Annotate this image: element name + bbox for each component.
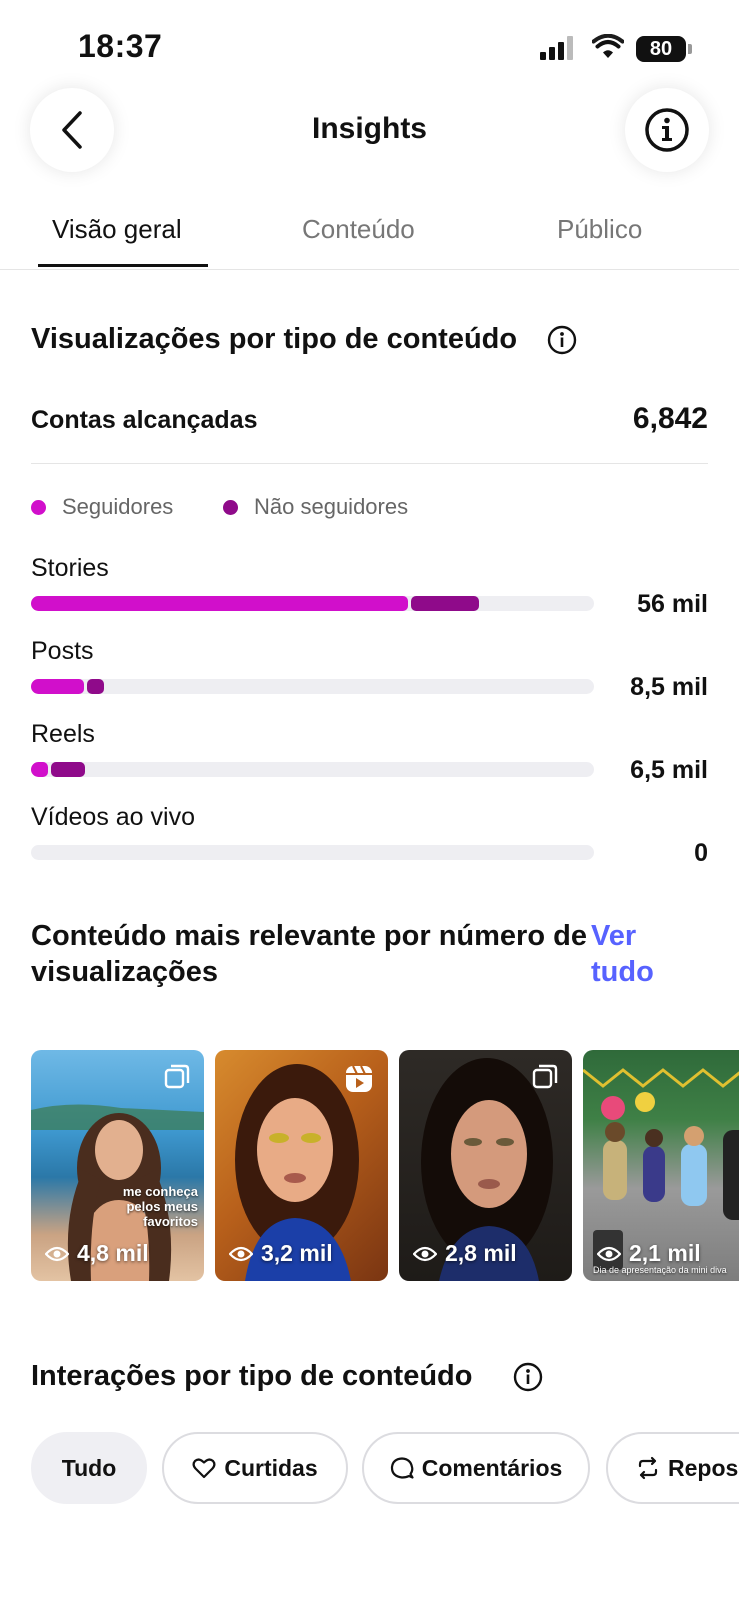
chip-all[interactable]: Tudo <box>31 1432 147 1504</box>
bar-row-live-videos: Vídeos ao vivo 0 <box>31 803 708 883</box>
accounts-reached-label: Contas alcançadas <box>31 406 258 434</box>
bar-value-posts: 8,5 mil <box>630 673 708 701</box>
repost-icon <box>638 1456 658 1480</box>
thumbnail-views: 3,2 mil <box>229 1240 333 1267</box>
bar-followers-reels <box>31 762 48 777</box>
carousel-icon <box>164 1064 190 1089</box>
bar-label-reels: Reels <box>31 720 95 748</box>
chip-comments-label: Comentários <box>421 1454 563 1481</box>
carousel-icon <box>532 1064 558 1089</box>
content-thumbnail[interactable]: 2,1 mil Dia de apresentação da mini diva <box>583 1050 739 1281</box>
chip-comments[interactable]: Comentários <box>362 1432 590 1504</box>
heart-icon <box>192 1458 216 1479</box>
thumbnail-views: 4,8 mil <box>45 1240 149 1267</box>
chip-all-label: Tudo <box>61 1454 117 1481</box>
thumbnail-views-count: 4,8 mil <box>77 1240 149 1266</box>
thumbnail-views: 2,1 mil <box>597 1240 701 1267</box>
tab-content[interactable]: Conteúdo <box>302 214 415 245</box>
wifi-icon <box>592 34 624 58</box>
legend-non-followers-label: Não seguidores <box>254 494 409 519</box>
views-info-icon[interactable] <box>547 325 577 355</box>
bar-value-stories: 56 mil <box>637 590 708 618</box>
interaction-filter-chips: Tudo Curtidas Comentários Repos <box>31 1432 739 1506</box>
bar-row-reels: Reels 6,5 mil <box>31 720 708 800</box>
interactions-info-icon[interactable] <box>513 1362 543 1392</box>
status-bar: 18:37 80 <box>0 0 739 90</box>
eye-icon <box>413 1246 437 1261</box>
thumbnail-views-count: 3,2 mil <box>261 1240 333 1266</box>
eye-icon <box>45 1246 69 1261</box>
bar-non-followers-stories <box>411 596 479 611</box>
legend-followers-dot <box>31 499 46 515</box>
legend-followers-label: Seguidores <box>62 494 174 519</box>
signal-icon <box>540 36 576 60</box>
eye-icon <box>229 1246 253 1261</box>
tab-overview[interactable]: Visão geral <box>52 214 182 245</box>
thumbnail-caption: me conheça pelos meus favoritos <box>122 1184 198 1229</box>
eye-icon <box>597 1246 621 1261</box>
bar-label-live-videos: Vídeos ao vivo <box>31 803 195 831</box>
bar-value-live-videos: 0 <box>694 839 708 867</box>
bar-label-posts: Posts <box>31 637 94 665</box>
comment-icon <box>390 1457 414 1479</box>
tab-bar: Visão geral Conteúdo Público <box>0 200 739 270</box>
bar-track-posts <box>31 679 594 694</box>
see-all-link[interactable]: Ver tudo <box>591 918 701 990</box>
chip-reposts[interactable]: Repos <box>606 1432 739 1504</box>
relevant-content-title: Conteúdo mais relevante por número de vi… <box>31 920 587 988</box>
content-thumbnail[interactable]: me conheça pelos meus favoritos 4,8 mil <box>31 1050 204 1281</box>
thumbnail-caption: Dia de apresentação da mini diva <box>593 1265 727 1275</box>
reels-icon <box>346 1065 372 1092</box>
views-section-title: Visualizações por tipo de conteúdo <box>31 323 518 355</box>
bar-non-followers-posts <box>87 679 105 694</box>
bar-followers-stories <box>31 596 409 611</box>
chip-reposts-label: Repos <box>668 1454 739 1481</box>
info-button[interactable] <box>625 88 709 172</box>
tab-audience[interactable]: Público <box>557 214 642 245</box>
legend-followers: Seguidores <box>31 494 173 520</box>
status-time: 18:37 <box>78 28 163 64</box>
bar-label-stories: Stories <box>31 554 109 582</box>
bar-track-live-videos <box>31 845 594 860</box>
bar-track-reels <box>31 762 594 777</box>
battery-indicator: 80 <box>636 36 692 62</box>
info-icon <box>645 108 689 152</box>
accounts-reached-value: 6,842 <box>632 402 708 435</box>
interactions-section-title: Interações por tipo de conteúdo <box>31 1360 473 1392</box>
content-thumbnail[interactable]: 2,8 mil <box>399 1050 572 1281</box>
bar-track-stories <box>31 596 594 611</box>
accounts-reached-row: Contas alcançadas 6,842 <box>31 398 708 464</box>
bar-non-followers-reels <box>50 762 85 777</box>
thumbnail-views: 2,8 mil <box>413 1240 517 1267</box>
bar-value-reels: 6,5 mil <box>630 756 708 784</box>
relevant-content-carousel: me conheça pelos meus favoritos 4,8 mil … <box>31 1050 739 1282</box>
legend-non-followers-dot <box>223 499 238 515</box>
chip-likes[interactable]: Curtidas <box>162 1432 348 1504</box>
content-thumbnail[interactable]: 3,2 mil <box>215 1050 388 1281</box>
active-tab-indicator <box>38 264 208 267</box>
bar-row-posts: Posts 8,5 mil <box>31 637 708 717</box>
bar-followers-posts <box>31 679 85 694</box>
thumbnail-views-count: 2,8 mil <box>445 1240 517 1266</box>
thumbnail-views-count: 2,1 mil <box>629 1240 701 1266</box>
bar-row-stories: Stories 56 mil <box>31 554 708 634</box>
chip-likes-label: Curtidas <box>224 1454 318 1481</box>
legend-non-followers: Não seguidores <box>223 494 408 520</box>
